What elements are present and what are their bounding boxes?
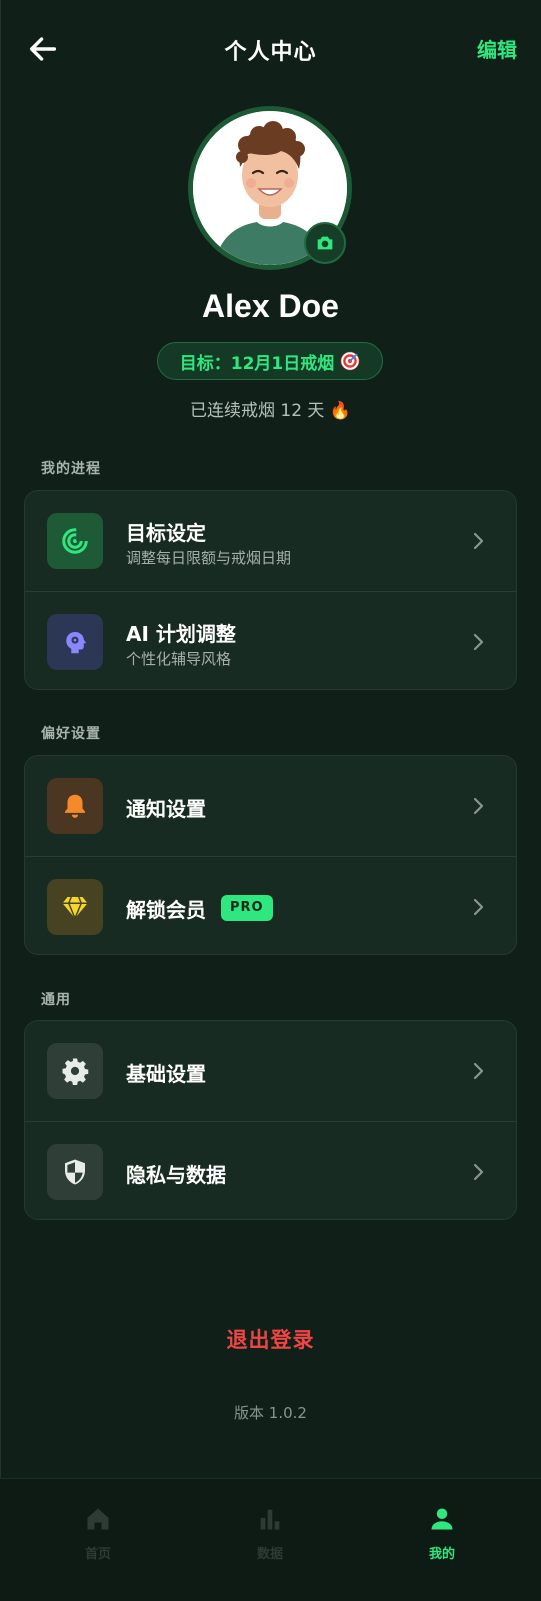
logout-button[interactable]: 退出登录 bbox=[0, 1324, 541, 1354]
chevron-right-icon bbox=[468, 631, 488, 653]
menu-item-title: AI 计划调整 bbox=[126, 622, 236, 646]
menu-item-subtitle: 调整每日限额与戒烟日期 bbox=[126, 549, 292, 567]
menu-item-basic-settings[interactable]: 基础设置 bbox=[25, 1021, 516, 1121]
top-bar: 个人中心 编辑 bbox=[0, 0, 541, 100]
nav-label: 我的 bbox=[428, 1547, 455, 1562]
menu-item-goal-setting[interactable]: 目标设定 调整每日限额与戒烟日期 bbox=[25, 491, 516, 591]
brain-icon bbox=[47, 614, 103, 670]
menu-item-title: 解锁会员 bbox=[126, 898, 206, 922]
streak-label: 已连续戒烟 12 天 bbox=[189, 401, 325, 421]
chevron-right-icon bbox=[468, 530, 488, 552]
menu-item-title: 通知设置 bbox=[126, 797, 206, 821]
section-label-progress: 我的进程 bbox=[41, 461, 101, 477]
goal-text: 目标：12月1日戒烟 bbox=[179, 353, 335, 374]
edit-button[interactable]: 编辑 bbox=[477, 34, 517, 63]
general-card: 基础设置 隐私与数据 bbox=[24, 1020, 517, 1220]
avatar[interactable] bbox=[188, 106, 352, 270]
shield-icon bbox=[47, 1144, 103, 1200]
nav-item-data[interactable]: 数据 bbox=[210, 1505, 330, 1562]
menu-item-membership[interactable]: 解锁会员 PRO bbox=[25, 856, 516, 957]
diamond-icon bbox=[47, 879, 103, 935]
menu-item-privacy[interactable]: 隐私与数据 bbox=[25, 1121, 516, 1222]
section-label-preferences: 偏好设置 bbox=[41, 726, 101, 742]
home-icon bbox=[87, 1508, 109, 1530]
nav-item-home[interactable]: 首页 bbox=[38, 1505, 158, 1562]
section-label-general: 通用 bbox=[41, 992, 71, 1008]
nav-label: 首页 bbox=[84, 1547, 111, 1562]
streak-text: 已连续戒烟 12 天 🔥 bbox=[0, 396, 541, 421]
camera-icon bbox=[317, 236, 333, 250]
nav-item-profile[interactable]: 我的 bbox=[382, 1505, 502, 1562]
bell-icon bbox=[47, 778, 103, 834]
gear-icon bbox=[47, 1043, 103, 1099]
preferences-card: 通知设置 解锁会员 PRO bbox=[24, 755, 517, 955]
chevron-right-icon bbox=[468, 795, 488, 817]
chevron-right-icon bbox=[468, 1161, 488, 1183]
menu-item-title: 基础设置 bbox=[126, 1062, 206, 1086]
menu-item-title: 隐私与数据 bbox=[126, 1163, 226, 1187]
menu-item-subtitle: 个性化辅导风格 bbox=[126, 650, 232, 668]
menu-item-ai-plan[interactable]: AI 计划调整 个性化辅导风格 bbox=[25, 591, 516, 692]
progress-card: 目标设定 调整每日限额与戒烟日期 AI 计划调整 个性化辅导风格 bbox=[24, 490, 517, 690]
user-name: Alex Doe bbox=[202, 288, 339, 324]
page-title: 个人中心 bbox=[224, 40, 317, 65]
nav-label: 数据 bbox=[256, 1547, 283, 1562]
version-label: 版本 1.0.2 bbox=[234, 1404, 307, 1422]
fire-icon: 🔥 bbox=[329, 401, 352, 421]
goal-badge: 目标：12月1日戒烟 bbox=[157, 342, 383, 380]
person-icon bbox=[431, 1508, 453, 1530]
menu-item-notifications[interactable]: 通知设置 bbox=[25, 756, 516, 856]
chevron-right-icon bbox=[468, 1060, 488, 1082]
change-photo-button[interactable] bbox=[304, 222, 346, 264]
pro-badge: PRO bbox=[221, 895, 273, 921]
chevron-right-icon bbox=[468, 896, 488, 918]
bottom-nav: 首页 数据 我的 bbox=[0, 1478, 541, 1601]
bar-chart-icon bbox=[260, 1509, 280, 1530]
target-emoji-icon bbox=[341, 351, 360, 371]
menu-item-title: 目标设定 bbox=[126, 521, 206, 545]
target-icon bbox=[47, 513, 103, 569]
